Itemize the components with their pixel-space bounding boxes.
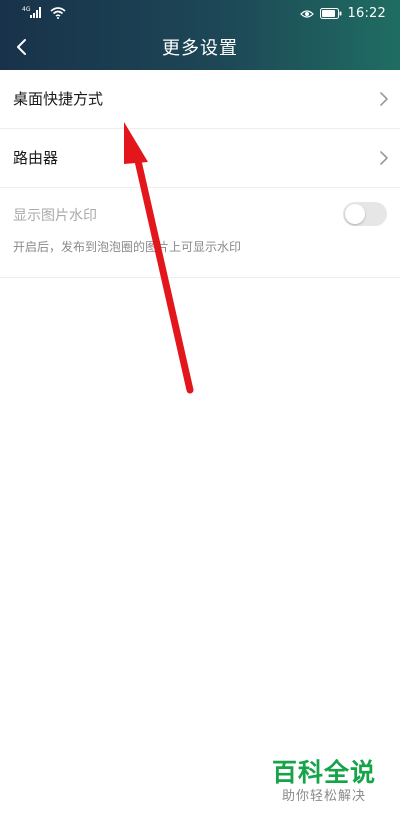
- settings-item-desktop-shortcut[interactable]: 桌面快捷方式: [0, 70, 400, 129]
- chevron-right-icon: [380, 92, 388, 106]
- svg-text:4G: 4G: [22, 6, 31, 13]
- battery-icon: [319, 4, 342, 23]
- eye-icon: [299, 4, 314, 23]
- screen: 4G 16:22 更多设置 桌面快捷方式 路由器 显示图片水印 开启后，发布到泡…: [0, 0, 400, 816]
- signal-icon: 4G: [22, 4, 44, 23]
- nav-bar: 更多设置: [0, 26, 400, 70]
- watermark-toggle-switch[interactable]: [343, 202, 387, 226]
- page-title: 更多设置: [162, 38, 238, 59]
- wifi-icon: [50, 4, 66, 23]
- settings-item-label: 路由器: [13, 149, 59, 167]
- status-bar: 4G 16:22: [0, 0, 400, 26]
- watermark-subtitle: 助你轻松解决: [281, 789, 366, 804]
- settings-item-router[interactable]: 路由器: [0, 129, 400, 188]
- watermark-toggle-description: 开启后，发布到泡泡圈的图片上可显示水印: [13, 240, 242, 254]
- site-watermark: 百科全说 助你轻松解决: [264, 758, 384, 806]
- status-left: 4G: [22, 4, 66, 22]
- settings-item-watermark: 显示图片水印 开启后，发布到泡泡圈的图片上可显示水印: [0, 188, 400, 278]
- watermark-title: 百科全说: [271, 758, 376, 787]
- status-time: 16:22: [347, 5, 386, 21]
- app-header: 4G 16:22 更多设置: [0, 0, 400, 70]
- toggle-knob: [345, 204, 365, 224]
- watermark-toggle-label: 显示图片水印: [13, 208, 97, 224]
- status-right: 16:22: [299, 4, 386, 23]
- settings-item-label: 桌面快捷方式: [13, 90, 104, 108]
- settings-list: 桌面快捷方式 路由器 显示图片水印 开启后，发布到泡泡圈的图片上可显示水印: [0, 70, 400, 278]
- chevron-right-icon: [380, 151, 388, 165]
